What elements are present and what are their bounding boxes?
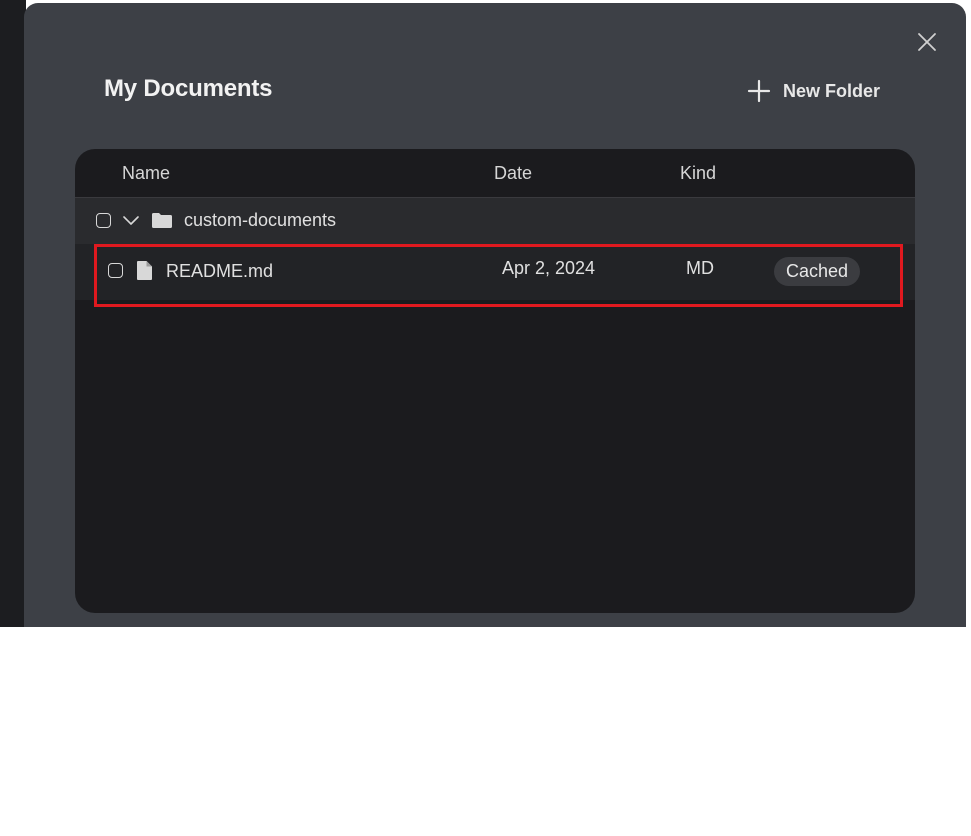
file-kind: MD [686,258,714,278]
screen: My Documents New Folder Name Date Kind c… [0,0,971,627]
folder-row[interactable]: custom-documents [75,198,915,244]
page-title: My Documents [104,75,273,102]
status-badge: Cached [774,257,861,286]
column-header-date[interactable]: Date [494,163,532,184]
file-checkbox[interactable] [108,263,123,278]
table-row[interactable]: README.md Apr 2, 2024 MD Cached [75,244,915,300]
file-date: Apr 2, 2024 [502,258,596,278]
new-folder-label: New Folder [783,80,881,101]
documents-modal: My Documents New Folder Name Date Kind c… [24,3,966,627]
close-button[interactable] [916,31,938,53]
file-name: README.md [166,261,274,281]
file-list-panel: Name Date Kind custom-documents README.m… [75,149,915,613]
folder-checkbox[interactable] [96,213,111,228]
backdrop [0,0,26,627]
folder-icon [152,213,172,228]
plus-icon [747,79,771,103]
new-folder-button[interactable]: New Folder [747,77,880,105]
folder-name: custom-documents [184,210,337,230]
column-header-kind[interactable]: Kind [680,163,716,184]
column-header-row: Name Date Kind [75,149,915,198]
close-icon [918,33,936,51]
file-icon [137,261,152,280]
chevron-down-icon[interactable] [123,215,139,227]
column-header-name[interactable]: Name [122,163,170,184]
